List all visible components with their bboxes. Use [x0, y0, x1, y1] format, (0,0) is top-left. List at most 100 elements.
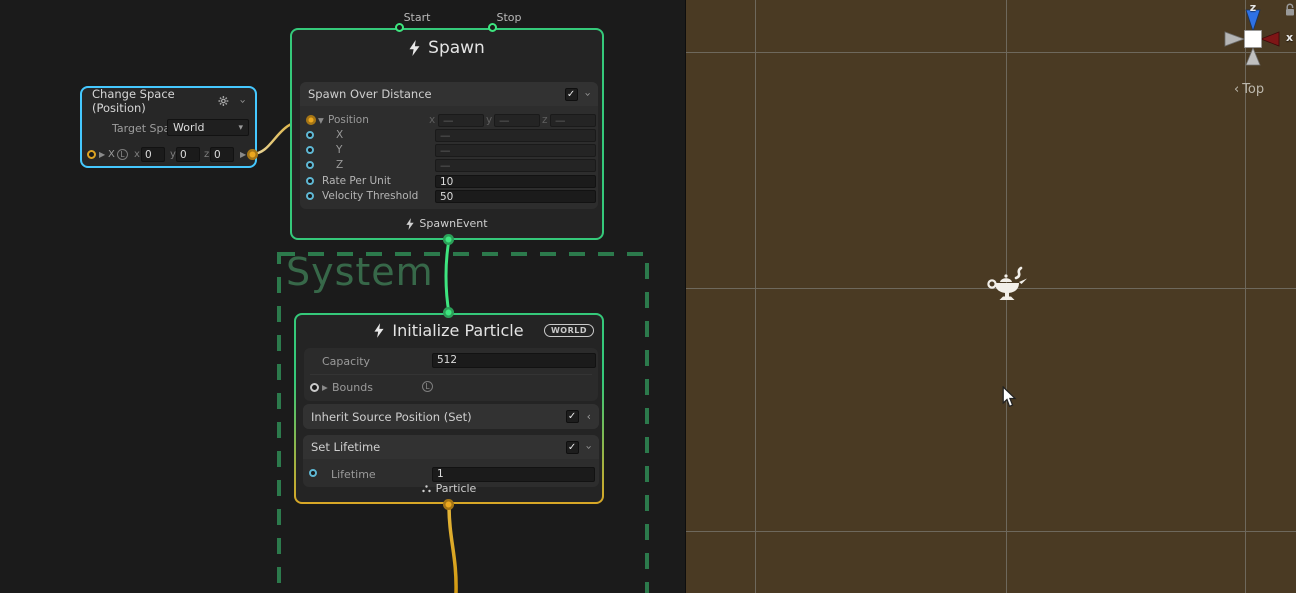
z-value-field[interactable]: 0	[210, 147, 234, 162]
mouse-cursor	[1002, 386, 1017, 408]
check-icon: ✓	[568, 442, 576, 453]
system-group-title[interactable]: System	[286, 250, 434, 294]
x-axis-label: x	[429, 114, 435, 126]
spawnevent-footer: SpawnEvent	[292, 217, 602, 230]
output-triangle-icon: ▶	[240, 150, 246, 159]
node-spawn[interactable]: Spawn Spawn 10 instances for every unit …	[290, 28, 604, 240]
velocity-label: Velocity Threshold	[322, 190, 418, 202]
y-value-field[interactable]: 0	[176, 147, 200, 162]
z-field[interactable]: —	[435, 159, 596, 172]
vfx-lamp-gizmo-icon[interactable]	[986, 266, 1028, 306]
rate-field[interactable]: 10	[435, 175, 596, 188]
z-input-port[interactable]	[306, 161, 314, 169]
x-value-field[interactable]: 0	[141, 147, 165, 162]
position-row: ▼ Position x — y — z —	[300, 113, 598, 128]
x-label: X	[336, 129, 343, 141]
y-input-port[interactable]	[306, 146, 314, 154]
x-input-port[interactable]	[306, 131, 314, 139]
graph-canvas[interactable]: System Start Stop Change Space (Position…	[0, 0, 686, 593]
dropdown-value: World	[173, 121, 205, 134]
set-lifetime-block[interactable]: Set Lifetime ✓ › Lifetime 1	[303, 435, 599, 487]
local-space-icon[interactable]: L	[117, 149, 128, 160]
node-change-space[interactable]: Change Space (Position) › Target Space	[80, 86, 257, 168]
gizmo-x-axis-cone[interactable]	[1261, 32, 1279, 46]
scene-view[interactable]: z x ‹ Top	[686, 0, 1296, 593]
inherit-source-position-block[interactable]: Inherit Source Position (Set) ✓ ‹	[303, 404, 599, 429]
gizmo-down-cone[interactable]	[1246, 48, 1260, 65]
spawnevent-output-port[interactable]	[443, 234, 454, 245]
view-orientation-label[interactable]: ‹ Top	[1234, 82, 1264, 97]
gizmo-z-label: z	[1250, 1, 1256, 14]
position-y-field[interactable]: —	[494, 114, 540, 127]
position-label: Position	[328, 114, 369, 126]
space-badge[interactable]: WORLD	[544, 324, 594, 337]
check-icon: ✓	[567, 89, 575, 100]
node-title: Initialize Particle	[392, 321, 523, 340]
block-title: Spawn Over Distance	[308, 87, 432, 101]
grid-line-vertical	[755, 0, 756, 593]
spawnevent-label: SpawnEvent	[419, 217, 487, 230]
block-title: Set Lifetime	[311, 440, 380, 454]
local-space-icon[interactable]: L	[422, 381, 433, 392]
start-flow-label: Start	[404, 11, 431, 24]
lock-icon[interactable]	[1284, 3, 1296, 17]
velocity-threshold-row: Velocity Threshold 50	[300, 189, 598, 204]
x-property-row: ▶ X L x 0 y 0 z 0 ▶	[82, 144, 255, 166]
edge-spawnevent[interactable]	[446, 240, 449, 313]
position-foldout-icon[interactable]: ▼	[318, 116, 324, 125]
lifetime-field[interactable]: 1	[432, 467, 595, 482]
bounds-input-port[interactable]	[310, 383, 319, 392]
lightning-icon	[374, 323, 384, 338]
collapse-chevron-icon[interactable]: ›	[236, 99, 249, 103]
local-space-letter: L	[120, 150, 124, 159]
target-space-row: Target Space World ▾	[82, 118, 255, 138]
y-field[interactable]: —	[435, 144, 596, 157]
velocity-field[interactable]: 50	[435, 190, 596, 203]
particle-output-port[interactable]	[443, 499, 454, 510]
z-axis-label: z	[542, 114, 548, 126]
position-input-port[interactable]	[306, 115, 316, 125]
gear-icon[interactable]	[218, 95, 229, 107]
bounds-row: ▶ Bounds L	[304, 374, 598, 400]
target-space-dropdown[interactable]: World ▾	[167, 119, 249, 136]
block-enabled-checkbox[interactable]: ✓	[566, 410, 579, 423]
gizmo-x-label: x	[1286, 31, 1293, 44]
initialize-input-port[interactable]	[443, 307, 454, 318]
grid-line-horizontal	[686, 531, 1296, 532]
position-z-field[interactable]: —	[550, 114, 596, 127]
gizmo-center-cube[interactable]	[1245, 31, 1262, 48]
spawn-over-distance-block[interactable]: Spawn Over Distance ✓ › ▼ Position x — y…	[300, 82, 598, 209]
gizmo-left-cone[interactable]	[1225, 32, 1244, 46]
node-initialize-particle[interactable]: Initialize Particle WORLD Capacity 512 ▶…	[294, 313, 604, 504]
check-icon: ✓	[568, 411, 576, 422]
block-collapse-chevron-icon[interactable]: ‹	[587, 410, 591, 423]
rate-input-port[interactable]	[306, 177, 314, 185]
capacity-row: Capacity 512	[304, 348, 598, 374]
z-axis-label: z	[204, 149, 209, 160]
change-space-output-port[interactable]	[247, 149, 258, 160]
block-title: Inherit Source Position (Set)	[311, 410, 472, 424]
edge-particle[interactable]	[449, 505, 456, 593]
bounds-label: Bounds	[332, 381, 373, 394]
spawn-title-row: Spawn	[292, 38, 602, 58]
x-field[interactable]: —	[435, 129, 596, 142]
block-collapse-chevron-icon[interactable]: ›	[581, 92, 594, 96]
particle-icon	[422, 485, 431, 493]
x-axis-label: x	[134, 149, 140, 160]
spawn-stop-port[interactable]	[488, 23, 497, 32]
velocity-input-port[interactable]	[306, 192, 314, 200]
capacity-field[interactable]: 512	[432, 353, 596, 368]
block-enabled-checkbox[interactable]: ✓	[565, 88, 578, 101]
lifetime-row: Lifetime 1	[303, 465, 599, 483]
position-x-field[interactable]: —	[438, 114, 484, 127]
x-input-port[interactable]	[87, 150, 96, 159]
spawn-start-port[interactable]	[395, 23, 404, 32]
view-chevron-icon: ‹	[1234, 82, 1239, 97]
expand-triangle-icon[interactable]: ▶	[99, 150, 105, 159]
bounds-foldout-icon[interactable]: ▶	[322, 383, 328, 392]
lightning-icon	[409, 40, 420, 56]
node-title: Spawn	[428, 38, 485, 58]
block-collapse-chevron-icon[interactable]: ›	[582, 445, 595, 449]
lifetime-input-port[interactable]	[309, 469, 317, 477]
block-enabled-checkbox[interactable]: ✓	[566, 441, 579, 454]
